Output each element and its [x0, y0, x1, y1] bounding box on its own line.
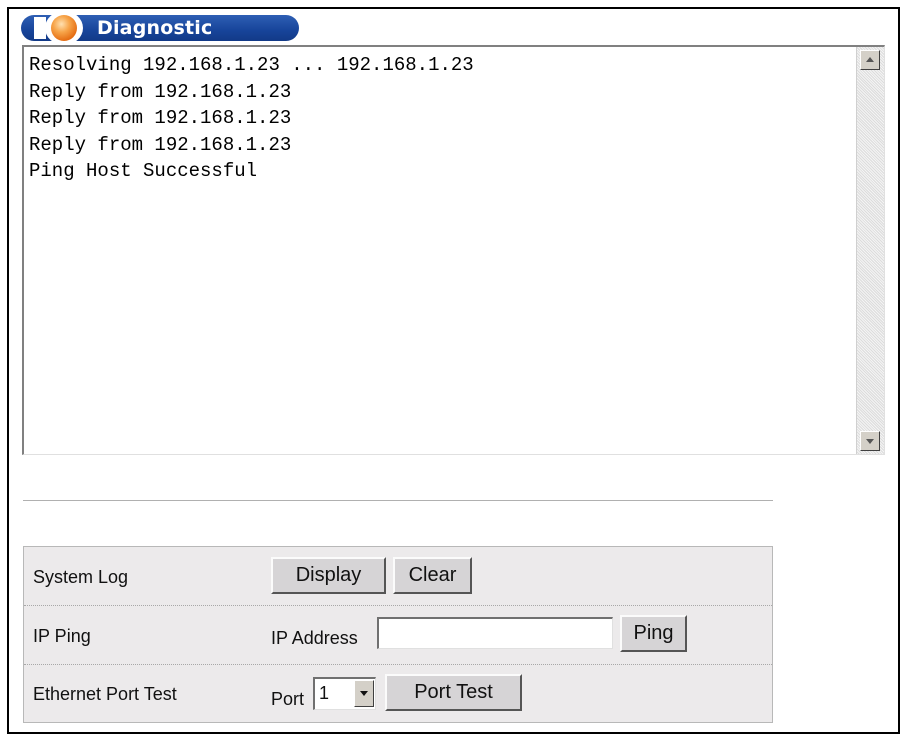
- display-log-button[interactable]: Display: [271, 557, 386, 594]
- chevron-down-icon: [360, 691, 368, 696]
- arrow-up-icon: [866, 57, 874, 62]
- port-select-dropdown-button[interactable]: [354, 680, 374, 707]
- scroll-down-button[interactable]: [860, 431, 880, 451]
- orb-icon: [45, 11, 83, 45]
- diagnostic-output-textarea[interactable]: Resolving 192.168.1.23 ... 192.168.1.23 …: [22, 45, 885, 455]
- clear-log-button[interactable]: Clear: [393, 557, 472, 594]
- ping-button[interactable]: Ping: [620, 615, 687, 652]
- scroll-up-button[interactable]: [860, 50, 880, 70]
- diagnostic-output-text: Resolving 192.168.1.23 ... 192.168.1.23 …: [29, 54, 474, 182]
- ethernet-port-test-label: Ethernet Port Test: [33, 684, 177, 704]
- ip-ping-label: IP Ping: [33, 626, 91, 646]
- ip-address-input[interactable]: [377, 617, 613, 649]
- vertical-scrollbar[interactable]: [856, 47, 884, 454]
- port-select[interactable]: 1: [313, 677, 376, 710]
- system-log-label: System Log: [33, 567, 129, 587]
- port-test-button[interactable]: Port Test: [385, 674, 522, 711]
- port-select-value: 1: [319, 683, 330, 703]
- ip-address-label: IP Address: [271, 628, 358, 648]
- port-label: Port: [271, 689, 305, 709]
- section-divider: [23, 500, 773, 501]
- arrow-down-icon: [866, 439, 874, 444]
- panel-title: Diagnostic: [97, 17, 213, 39]
